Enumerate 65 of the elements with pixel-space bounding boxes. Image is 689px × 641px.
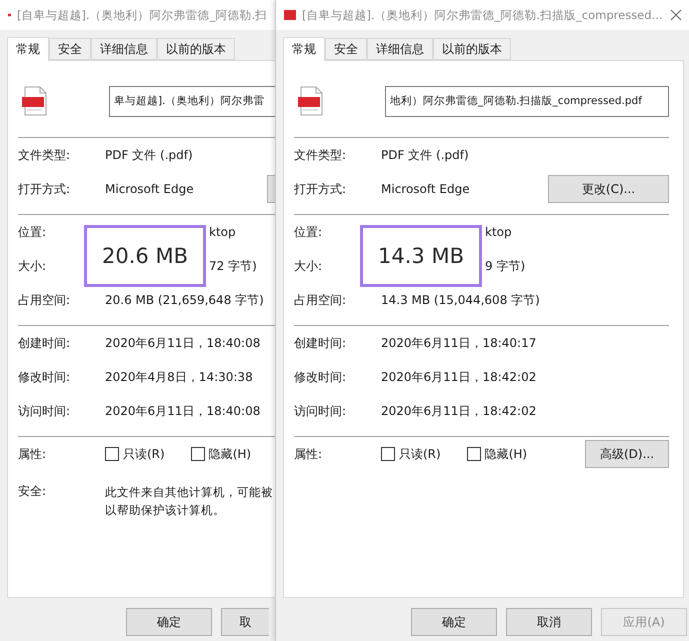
file-name-field[interactable]: 卑与超越].（奥地利）阿尔弗雷 — [109, 86, 275, 116]
checkbox-label: 只读(R) — [123, 446, 165, 462]
tab[interactable]: 以前的版本 — [433, 38, 511, 60]
field-value: 20.6 MB (21,659,648 字节) — [105, 292, 264, 308]
field-label: 占用空间: — [18, 292, 72, 308]
dialog-button[interactable]: 取 — [221, 608, 269, 636]
tab[interactable]: 安全 — [325, 38, 367, 60]
field-label: 占用空间: — [294, 292, 348, 308]
checkbox[interactable] — [466, 447, 481, 461]
field-label: 创建时间: — [18, 334, 72, 352]
tab[interactable]: 详细信息 — [367, 38, 433, 60]
field-value: ktop — [209, 225, 236, 239]
field-label: 文件类型: — [294, 146, 348, 164]
dialog-button[interactable]: 取消 — [506, 608, 592, 636]
field-label: 创建时间: — [294, 334, 348, 352]
tab[interactable]: 以前的版本 — [157, 38, 235, 60]
field-label: 大小: — [294, 258, 324, 274]
advanced-button[interactable]: 高级(D)... — [585, 440, 669, 468]
field-label: 位置: — [18, 224, 48, 240]
field-value: 14.3 MB (15,044,608 字节) — [381, 292, 540, 308]
field-value: 2020年6月11日，18:40:17 — [381, 334, 538, 352]
dialog-button[interactable]: 确定 — [126, 608, 212, 636]
field-label: 文件类型: — [18, 146, 72, 164]
field-value: PDF 文件 (.pdf) — [105, 146, 193, 164]
field-label: 打开方式: — [18, 180, 72, 198]
field-label: 属性: — [18, 446, 48, 462]
field-value: 2020年4月8日，14:30:38 — [105, 368, 254, 386]
field-label: 属性: — [294, 446, 324, 462]
field-value: PDF 文件 (.pdf) — [381, 146, 469, 164]
window-title: [自卑与超越].（奥地利）阿尔弗雷德_阿德勒.扫描版_compressed... — [302, 8, 664, 22]
file-name-field[interactable]: 地利）阿尔弗雷德_阿德勒.扫描版_compressed.pdf — [385, 86, 669, 116]
tab[interactable]: 详细信息 — [91, 38, 157, 60]
checkbox[interactable] — [381, 447, 395, 461]
field-label: 位置: — [294, 224, 324, 240]
highlight-callout: 20.6 MB — [84, 225, 206, 287]
checkbox-label: 隐藏(H) — [208, 446, 252, 462]
field-value: 2020年6月11日，18:42:02 — [381, 368, 538, 386]
field-value: ktop — [485, 225, 512, 239]
dialog-button[interactable]: 确定 — [411, 608, 497, 636]
tab[interactable]: 安全 — [49, 38, 91, 60]
checkbox-label: 只读(R) — [399, 446, 441, 462]
field-value: 72 字节) — [209, 258, 257, 274]
field-value: 2020年6月11日，18:40:08 — [105, 402, 262, 420]
checkbox[interactable] — [190, 447, 205, 461]
close-icon[interactable] — [670, 9, 682, 21]
field-value: 2020年6月11日，18:42:02 — [381, 402, 538, 420]
field-label: 打开方式: — [294, 180, 348, 198]
field-label: 安全: — [18, 483, 48, 500]
tab[interactable]: 常规 — [283, 37, 325, 61]
field-label: 大小: — [18, 258, 48, 274]
field-label: 访问时间: — [294, 402, 348, 420]
highlight-callout: 14.3 MB — [360, 225, 482, 287]
security-note: 此文件来自其他计算机，可能被 以帮助保护该计算机。 — [105, 484, 274, 519]
change-button[interactable]: 更改(C)... — [548, 175, 669, 203]
field-label: 访问时间: — [18, 402, 72, 420]
field-value: 9 字节) — [485, 258, 526, 274]
checkbox[interactable] — [105, 447, 119, 461]
field-label: 修改时间: — [294, 368, 348, 386]
field-value: Microsoft Edge — [105, 182, 194, 196]
field-label: 修改时间: — [18, 368, 72, 386]
checkbox-label: 隐藏(H) — [484, 446, 528, 462]
window-title: [自卑与超越].（奥地利）阿尔弗雷德_阿德勒.扫 — [16, 8, 267, 22]
field-value: Microsoft Edge — [381, 182, 470, 196]
tab[interactable]: 常规 — [7, 37, 49, 61]
field-value: 2020年6月11日，18:40:08 — [105, 334, 262, 352]
